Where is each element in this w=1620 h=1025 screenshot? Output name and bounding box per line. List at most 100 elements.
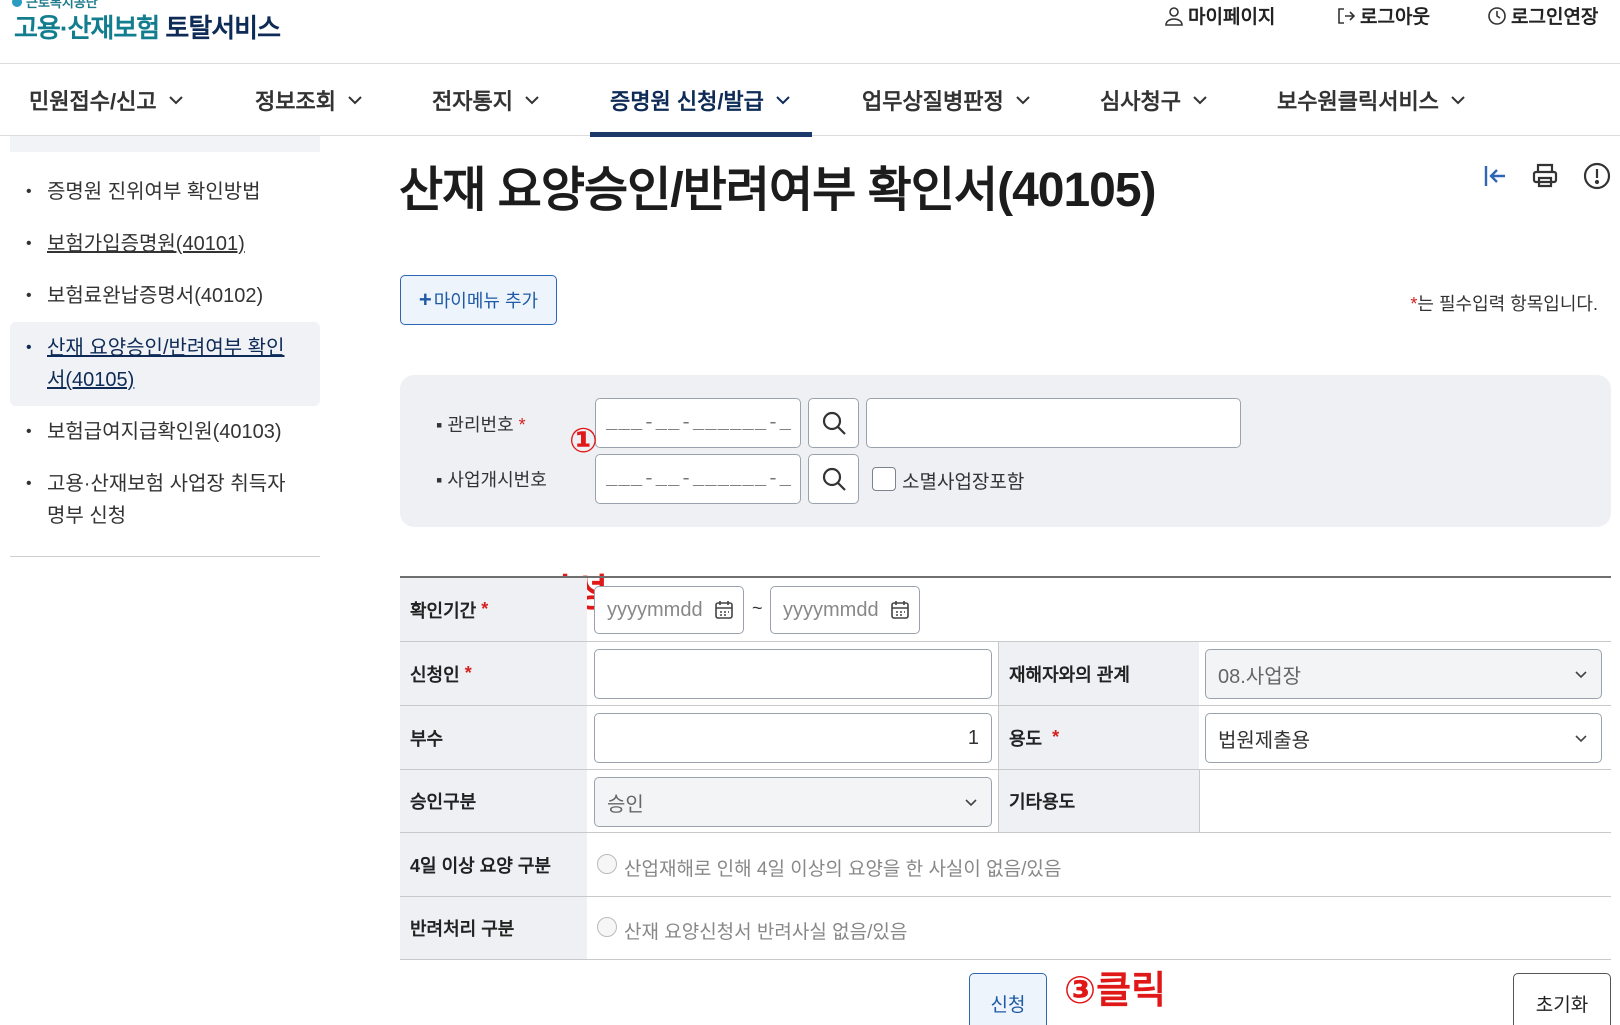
sidebar-item-acquirer-list[interactable]: 고용·산재보험 사업장 취득자 명부 신청 <box>10 458 320 542</box>
applicant-label: 신청인 * <box>400 642 587 705</box>
calendar-icon[interactable] <box>713 599 735 621</box>
logo-text-2[interactable]: 토탈서비스 <box>165 13 281 43</box>
sidebar-item-approval-cert[interactable]: 산재 요양승인/반려여부 확인서(40105) <box>10 322 320 406</box>
reject-label-text: 반려처리 구분 <box>410 919 515 939</box>
logout-link[interactable]: 로그아웃 <box>1336 2 1430 29</box>
business-name-output[interactable] <box>866 398 1241 448</box>
manage-no-search-button[interactable] <box>808 398 859 448</box>
login-extend-label[interactable]: 로그인연장 <box>1511 2 1598 29</box>
gnb-label[interactable]: 심사청구 <box>1100 84 1181 116</box>
gnb-label[interactable]: 업무상질병판정 <box>862 84 1004 116</box>
other-purpose-label-text: 기타용도 <box>1009 792 1076 812</box>
required-star: * <box>518 415 526 435</box>
sidebar-item-insurance-join[interactable]: 보험가입증명원(40101) <box>10 218 320 270</box>
sidebar-item-premium-paid[interactable]: 보험료완납증명서(40102) <box>10 270 320 322</box>
include-closed-checkbox[interactable] <box>872 467 896 491</box>
calendar-icon[interactable] <box>889 599 911 621</box>
gnb-item-wage[interactable]: 보수원클릭서비스 <box>1277 64 1467 136</box>
start-no-label-text: 사업개시번호 <box>447 470 547 490</box>
relation-select[interactable]: 08.사업장 <box>1205 649 1602 699</box>
mypage-link[interactable]: 마이페이지 <box>1164 2 1275 29</box>
sidebar-item-benefit-paid[interactable]: 보험급여지급확인원(40103) <box>10 406 320 458</box>
chevron-down-icon <box>168 96 183 105</box>
logout-icon <box>1338 7 1356 24</box>
copies-input[interactable]: 1 <box>594 713 992 763</box>
four-day-radio[interactable] <box>597 854 617 874</box>
logo-text-1[interactable]: 고용·산재보험 <box>14 13 160 43</box>
include-closed-label[interactable]: 소멸사업장포함 <box>902 467 1024 494</box>
four-day-option-label[interactable]: 산업재해로 인해 4일 이상의 요양을 한 사실이 없음/있음 <box>624 854 1061 881</box>
applicant-input[interactable] <box>594 649 992 699</box>
date-placeholder[interactable]: yyyymmdd <box>783 599 879 622</box>
relation-value[interactable]: 08.사업장 <box>1218 660 1301 689</box>
print-icon[interactable] <box>1530 161 1560 191</box>
reset-button[interactable]: 초기화 <box>1513 973 1611 1025</box>
start-no-mask[interactable]: ___-__-______-_ <box>606 468 792 490</box>
sidebar-item-label[interactable]: 산재 요양승인/반려여부 확인서(40105) <box>47 337 284 391</box>
gnb-label[interactable]: 보수원클릭서비스 <box>1277 84 1439 116</box>
sidebar-item-label[interactable]: 고용·산재보험 사업장 취득자 명부 신청 <box>47 473 286 527</box>
date-placeholder[interactable]: yyyymmdd <box>607 599 703 622</box>
gnb-item-info[interactable]: 정보조회 <box>255 64 364 136</box>
logout-label[interactable]: 로그아웃 <box>1360 2 1430 29</box>
login-extend-link[interactable]: 로그인연장 <box>1487 2 1598 29</box>
sidebar-item-label[interactable]: 증명원 진위여부 확인방법 <box>47 181 261 203</box>
sidebar-item-label[interactable]: 보험가입증명원(40101) <box>47 233 245 255</box>
sidebar: 증명원 진위여부 확인방법 보험가입증명원(40101) 보험료완납증명서(40… <box>10 136 320 557</box>
gnb-item-disease[interactable]: 업무상질병판정 <box>862 64 1032 136</box>
application-form: 확인기간 * yyyymmdd ~ yyyymmdd 신청인 * 재해자와의 관… <box>400 576 1611 960</box>
gnb-label[interactable]: 정보조회 <box>255 84 336 116</box>
copies-label: 부수 <box>400 706 587 769</box>
gnb-item-notice[interactable]: 전자통지 <box>432 64 541 136</box>
gnb-item-certificate[interactable]: 증명원 신청/발급 <box>590 64 812 137</box>
collapse-left-icon[interactable] <box>1480 161 1510 191</box>
start-no-search-button[interactable] <box>808 454 859 504</box>
reject-option-label[interactable]: 산재 요양신청서 반려사실 없음/있음 <box>624 917 907 944</box>
form-row-copies: 부수 1 용도 * 법원제출용 <box>400 706 1611 770</box>
annotation-step-1: ① <box>569 422 598 460</box>
sidebar-item-label[interactable]: 보험급여지급확인원(40103) <box>47 421 282 443</box>
form-row-reject: 반려처리 구분 산재 요양신청서 반려사실 없음/있음 <box>400 897 1611 960</box>
reject-radio[interactable] <box>597 917 617 937</box>
copies-value[interactable]: 1 <box>968 727 979 750</box>
manage-no-mask[interactable]: ___-__-______-_ <box>606 412 792 434</box>
manage-no-input[interactable]: ___-__-______-_ <box>595 398 801 448</box>
gnb-item-civil[interactable]: 민원접수/신고 <box>29 64 185 136</box>
approval-select[interactable]: 승인 <box>594 777 992 827</box>
period-end-input[interactable]: yyyymmdd <box>770 586 920 634</box>
relation-label-text: 재해자와의 관계 <box>1009 664 1130 685</box>
approval-value[interactable]: 승인 <box>607 788 644 817</box>
page-title: 산재 요양승인/반려여부 확인서(40105) <box>399 164 1157 217</box>
mypage-label[interactable]: 마이페이지 <box>1188 2 1275 29</box>
gnb-label[interactable]: 증명원 신청/발급 <box>610 84 764 116</box>
applicant-label-text: 신청인 <box>410 664 460 685</box>
plus-icon: + <box>418 287 432 312</box>
period-start-input[interactable]: yyyymmdd <box>594 586 744 634</box>
chevron-down-icon <box>776 96 790 105</box>
submit-button[interactable]: 신청 <box>969 973 1047 1025</box>
sidebar-top-bar <box>10 136 320 152</box>
other-purpose-label: 기타용도 <box>998 770 1199 832</box>
purpose-select[interactable]: 법원제출용 <box>1205 713 1602 763</box>
period-tilde: ~ <box>752 598 763 618</box>
gnb-label[interactable]: 전자통지 <box>432 84 513 116</box>
add-mymenu-button[interactable]: + 마이메뉴 추가 <box>400 275 557 325</box>
gnb-label[interactable]: 민원접수/신고 <box>29 84 157 116</box>
required-note-text: 는 필수입력 항목입니다. <box>1417 294 1598 314</box>
purpose-value[interactable]: 법원제출용 <box>1218 724 1310 753</box>
sidebar-item-verify[interactable]: 증명원 진위여부 확인방법 <box>10 166 320 218</box>
logo-mark-icon <box>12 0 22 7</box>
chevron-down-icon <box>525 96 539 105</box>
required-star: * <box>464 663 472 683</box>
other-purpose-cell <box>1199 770 1200 832</box>
chevron-down-icon <box>1575 735 1587 743</box>
sidebar-item-label[interactable]: 보험료완납증명서(40102) <box>47 285 263 307</box>
required-note: *는 필수입력 항목입니다. <box>1410 290 1598 316</box>
main-navigation: 민원접수/신고 정보조회 전자통지 증명원 신청/발급 업무상질병판정 심사청구… <box>0 64 1620 137</box>
info-icon[interactable] <box>1582 161 1612 191</box>
start-no-label: ▪ 사업개시번호 <box>436 470 547 490</box>
add-mymenu-label[interactable]: 마이메뉴 추가 <box>434 287 538 313</box>
start-no-input[interactable]: ___-__-______-_ <box>595 454 801 504</box>
gnb-item-appeal[interactable]: 심사청구 <box>1100 64 1209 136</box>
site-logo[interactable]: 고용·산재보험 토탈서비스 <box>14 8 281 45</box>
